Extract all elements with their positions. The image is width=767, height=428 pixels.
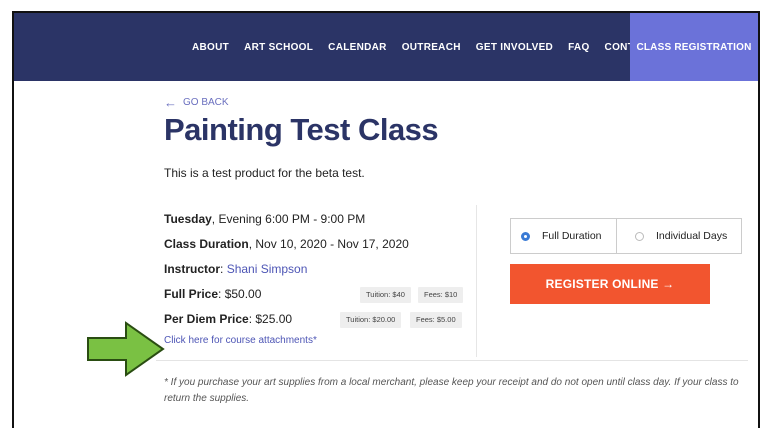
arrow-left-icon: ← (164, 95, 177, 110)
day-value: , Evening 6:00 PM - 9:00 PM (211, 212, 366, 226)
full-price-label: Full Price (164, 287, 219, 301)
supplies-footnote: * If you purchase your art supplies from… (164, 377, 739, 404)
instructor-line: Instructor: Shani Simpson (164, 262, 308, 276)
section-divider (156, 360, 748, 361)
nav-outreach[interactable]: OUTREACH (402, 42, 461, 53)
individual-days-option[interactable]: Individual Days (635, 219, 727, 253)
instructor-label: Instructor (164, 262, 221, 276)
duration-label: Class Duration (164, 237, 249, 251)
full-fees-badge: Fees: $10 (418, 287, 464, 303)
column-divider (476, 205, 477, 357)
course-attachments-link[interactable]: Click here for course attachments* (164, 335, 474, 346)
per-diem-value: : $25.00 (248, 312, 293, 326)
green-arrow-annotation-icon (87, 321, 165, 377)
full-price-line: Full Price: $50.00 Tuition: $40 Fees: $1… (164, 282, 474, 307)
individual-days-label: Individual Days (656, 230, 728, 242)
top-navigation-bar: ABOUT ART SCHOOL CALENDAR OUTREACH GET I… (14, 13, 758, 81)
nav-faq[interactable]: FAQ (568, 42, 589, 53)
register-online-button[interactable]: REGISTER ONLINE → (510, 264, 710, 304)
per-diem-tuition-badge: Tuition: $20.00 (340, 312, 402, 328)
full-tuition-badge: Tuition: $40 (360, 287, 411, 303)
class-registration-button[interactable]: CLASS REGISTRATION (630, 13, 758, 81)
per-diem-label: Per Diem Price (164, 312, 249, 326)
go-back-label: GO BACK (183, 97, 229, 108)
duration-value: , Nov 10, 2020 - Nov 17, 2020 (248, 237, 409, 251)
nav-get-involved[interactable]: GET INVOLVED (476, 42, 553, 53)
full-price-value: : $50.00 (218, 287, 262, 301)
main-nav: ABOUT ART SCHOOL CALENDAR OUTREACH GET I… (192, 13, 670, 81)
per-diem-fees-badge: Fees: $5.00 (410, 312, 462, 328)
duration-selector: Full Duration Individual Days (510, 218, 742, 254)
nav-calendar[interactable]: CALENDAR (328, 42, 387, 53)
instructor-link[interactable]: Shani Simpson (227, 262, 308, 276)
nav-art-school[interactable]: ART SCHOOL (244, 42, 313, 53)
per-diem-price-line: Per Diem Price: $25.00 Tuition: $20.00 F… (164, 307, 474, 332)
radio-selected-icon (521, 231, 530, 241)
nav-about[interactable]: ABOUT (192, 42, 229, 53)
day-label: Tuesday (164, 212, 212, 226)
full-duration-option[interactable]: Full Duration (511, 219, 617, 253)
schedule-line: Tuesday, Evening 6:00 PM - 9:00 PM (164, 207, 474, 232)
go-back-link[interactable]: ← GO BACK (164, 95, 229, 110)
class-details: Tuesday, Evening 6:00 PM - 9:00 PM Class… (164, 207, 474, 346)
full-duration-label: Full Duration (542, 230, 602, 242)
page-description: This is a test product for the beta test… (164, 166, 365, 180)
page-title: Painting Test Class (164, 112, 439, 147)
radio-unselected-icon (635, 231, 644, 241)
duration-line: Class Duration, Nov 10, 2020 - Nov 17, 2… (164, 232, 474, 257)
